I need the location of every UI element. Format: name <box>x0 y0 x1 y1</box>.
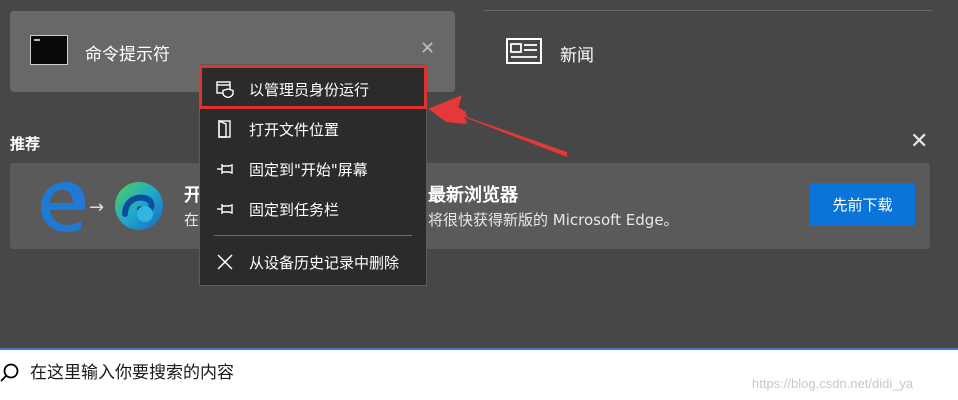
menu-item-label: 固定到"开始"屏幕 <box>249 161 368 179</box>
menu-item-label: 从设备历史记录中删除 <box>249 254 400 272</box>
menu-item-pin-to-taskbar[interactable]: 固定到任务栏 <box>200 190 426 228</box>
close-icon[interactable]: ✕ <box>420 40 435 58</box>
highlight-box <box>199 65 427 109</box>
pin-icon <box>217 204 233 214</box>
menu-item-label: 固定到任务栏 <box>249 201 340 219</box>
recommend-desc-left: 在 <box>184 211 200 229</box>
menu-item-open-location[interactable]: 打开文件位置 <box>200 110 426 148</box>
recommend-title-right: 最新浏览器 <box>428 185 518 206</box>
menu-item-pin-to-start[interactable]: 固定到"开始"屏幕 <box>200 150 426 188</box>
close-icon <box>217 254 233 270</box>
edge-legacy-icon <box>41 182 85 232</box>
folder-door-icon <box>218 120 231 138</box>
arrow-right-icon: → <box>89 197 105 218</box>
newspaper-icon[interactable] <box>505 37 543 65</box>
recommend-heading: 推荐 <box>10 135 41 153</box>
news-label[interactable]: 新闻 <box>560 41 594 66</box>
best-match-title: 命令提示符 <box>85 45 170 65</box>
menu-item-label: 打开文件位置 <box>249 121 340 139</box>
menu-item-remove-history[interactable]: 从设备历史记录中删除 <box>200 243 426 281</box>
menu-separator <box>214 235 412 236</box>
search-icon <box>0 363 19 382</box>
watermark-text: https://blog.csdn.net/didi_ya <box>752 376 914 391</box>
download-button[interactable]: 先前下载 <box>810 183 915 226</box>
top-divider <box>484 10 932 11</box>
recommend-desc-right: 将很快获得新版的 Microsoft Edge。 <box>428 211 679 229</box>
cmd-icon <box>30 35 68 65</box>
search-input[interactable] <box>30 358 730 388</box>
pin-icon <box>217 164 233 174</box>
edge-icon <box>115 182 163 230</box>
close-icon[interactable]: ✕ <box>910 131 928 153</box>
